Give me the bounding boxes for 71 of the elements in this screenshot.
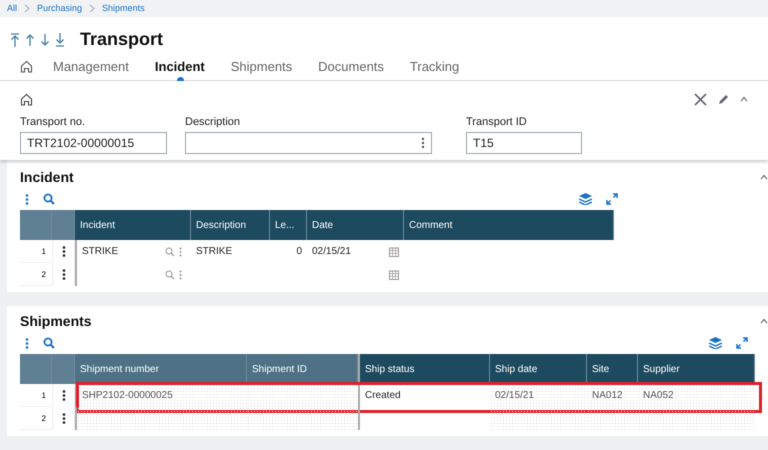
cell-text: NA052 [643,390,674,402]
layers-icon[interactable] [579,193,592,206]
column-header[interactable]: Le... [270,210,307,240]
more-icon[interactable] [62,269,66,280]
collapse-icon[interactable] [740,96,748,102]
field-label: Transport no. [20,116,86,128]
search-icon[interactable] [43,193,55,206]
field-label: Description [185,116,242,128]
column-header[interactable]: Supplier [638,354,755,384]
expand-icon[interactable] [606,193,618,206]
tab[interactable]: Shipments [230,54,292,78]
more-icon[interactable] [62,390,66,402]
section-title: Incident [20,169,74,186]
expand-icon[interactable] [736,337,748,350]
more-icon[interactable] [62,413,66,424]
column-header[interactable]: Site [587,354,638,384]
cell-text: 02/15/21 [495,390,534,402]
tab[interactable]: Management [53,54,129,78]
cell-text: SHP2102-00000025 [82,390,173,402]
home-icon[interactable] [20,60,33,73]
row-number: 2 [20,407,52,430]
last-record-icon[interactable] [55,32,65,47]
input-field[interactable]: TRT2102-00000015 [20,132,167,154]
breadcrumb-link[interactable]: Shipments [102,3,145,14]
up-arrow-icon[interactable] [25,32,35,47]
search-icon[interactable] [165,270,175,280]
header-cell [52,354,75,384]
cell-text: 0 [296,246,302,258]
section-title: Shipments [20,313,92,330]
search-icon[interactable] [43,337,55,350]
input-field[interactable] [185,132,432,154]
header-cell [20,210,52,240]
column-header[interactable]: Date [307,210,404,240]
column-header[interactable]: Shipment ID [247,354,358,384]
tab[interactable]: Tracking [410,54,460,78]
more-icon[interactable] [421,137,425,150]
cell-text: NA012 [592,390,623,402]
page-title: Transport [80,29,164,50]
collapse-icon[interactable] [760,174,768,180]
chevron-icon [89,4,96,13]
breadcrumb-link[interactable]: Purchasing [37,3,82,14]
cell-text: Created [365,390,401,402]
column-header[interactable]: Description [191,210,270,240]
header-cell [52,210,75,240]
column-header[interactable]: Incident [75,210,191,240]
breadcrumb-link[interactable]: All [7,3,18,14]
home-icon[interactable] [20,92,33,106]
calendar-icon[interactable] [389,270,399,280]
row-number: 1 [20,240,52,264]
column-header[interactable]: Shipment number [75,354,247,384]
chevron-icon [24,4,30,13]
calendar-icon[interactable] [389,246,399,257]
search-icon[interactable] [165,246,175,257]
cell-text: STRIKE [82,246,118,258]
layers-icon[interactable] [709,337,722,350]
row-number: 1 [20,384,52,408]
input-field[interactable]: T15 [466,132,582,154]
cell-text: STRIKE [196,246,232,258]
pencil-icon[interactable] [717,92,730,106]
collapse-icon[interactable] [760,318,768,324]
column-header[interactable]: Comment [404,210,614,240]
row-number: 2 [20,263,52,286]
first-record-icon[interactable] [10,32,20,47]
tab[interactable]: Documents [318,54,384,78]
column-header[interactable]: Ship status [358,354,490,384]
down-arrow-icon[interactable] [40,32,50,47]
cell-text: 02/15/21 [312,246,351,258]
field-label: Transport ID [466,116,528,128]
more-icon[interactable] [62,246,66,258]
column-header[interactable]: Ship date [490,354,587,384]
header-cell [20,354,52,384]
